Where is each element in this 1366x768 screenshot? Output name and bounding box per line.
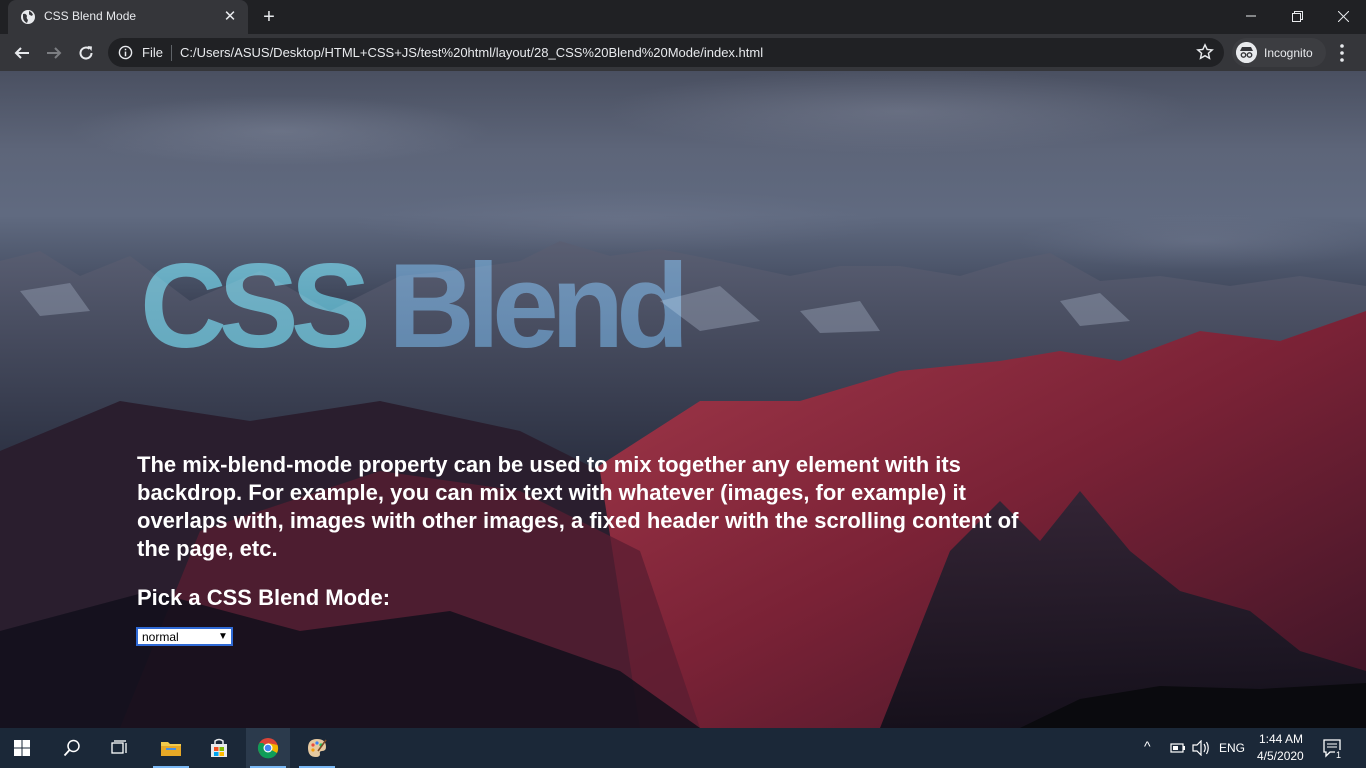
- hero-title: CSS Blend: [140, 246, 689, 366]
- browser-toolbar: File C:/Users/ASUS/Desktop/HTML+CSS+JS/t…: [0, 34, 1366, 71]
- back-button[interactable]: [8, 39, 36, 67]
- volume-icon[interactable]: [1192, 740, 1210, 756]
- scheme-label: File: [142, 45, 163, 60]
- globe-icon: [21, 10, 35, 24]
- tab-css-blend-mode[interactable]: CSS Blend Mode ✕: [8, 0, 248, 34]
- omnibox-divider: [171, 45, 172, 61]
- notification-count-badge: 1: [1335, 750, 1343, 760]
- pick-blend-mode-heading: Pick a CSS Blend Mode:: [137, 585, 391, 610]
- tab-title: CSS Blend Mode: [44, 9, 137, 23]
- reload-icon: [79, 46, 93, 60]
- windows-start-icon: [14, 740, 30, 756]
- task-view-button[interactable]: [98, 728, 142, 768]
- new-tab-button[interactable]: +: [256, 5, 282, 29]
- tab-close-icon[interactable]: ✕: [220, 7, 240, 27]
- minimize-icon: [1246, 15, 1256, 17]
- blend-mode-select[interactable]: normal ▼: [136, 627, 233, 646]
- hero-word-css: CSS: [140, 239, 371, 373]
- url-text[interactable]: C:/Users/ASUS/Desktop/HTML+CSS+JS/test%2…: [180, 45, 763, 60]
- arrow-left-icon: [14, 47, 29, 59]
- arrow-right-icon: [47, 47, 62, 59]
- task-view-icon: [111, 740, 127, 754]
- incognito-icon: [1236, 42, 1257, 63]
- forward-button[interactable]: [40, 39, 68, 67]
- address-bar[interactable]: File C:/Users/ASUS/Desktop/HTML+CSS+JS/t…: [108, 38, 1224, 67]
- blend-mode-select-value: normal: [142, 630, 179, 644]
- minimize-button[interactable]: [1228, 0, 1274, 32]
- file-explorer-button[interactable]: [149, 728, 193, 768]
- incognito-label: Incognito: [1264, 46, 1313, 60]
- folder-icon: [161, 742, 181, 756]
- dropdown-arrow-icon: ▼: [218, 631, 228, 642]
- tab-strip: CSS Blend Mode ✕ +: [0, 0, 1366, 34]
- page-viewport: CSS Blend The mix-blend-mode property ca…: [0, 71, 1366, 728]
- close-icon: [1337, 10, 1349, 22]
- close-window-button[interactable]: [1320, 0, 1366, 32]
- chrome-button[interactable]: [246, 728, 290, 768]
- clock-date[interactable]: 4/5/2020: [1257, 749, 1304, 763]
- restore-icon: [1291, 10, 1303, 22]
- chevron-up-icon[interactable]: ^: [1144, 738, 1151, 754]
- search-button[interactable]: [50, 728, 94, 768]
- clock-time[interactable]: 1:44 AM: [1259, 732, 1303, 746]
- description-text: The mix-blend-mode property can be used …: [137, 452, 1019, 561]
- store-icon: [211, 738, 227, 757]
- paint-button[interactable]: [295, 728, 339, 768]
- start-button[interactable]: [0, 728, 44, 768]
- hero-word-blend: Blend: [388, 239, 689, 373]
- battery-icon[interactable]: [1168, 741, 1186, 755]
- reload-button[interactable]: [72, 39, 100, 67]
- search-icon: [63, 739, 80, 757]
- windows-taskbar: ^ ENG 1:44 AM 4/5/2020 1: [0, 728, 1366, 768]
- language-indicator[interactable]: ENG: [1219, 741, 1245, 755]
- more-menu-icon[interactable]: [1334, 41, 1350, 65]
- incognito-profile-button[interactable]: Incognito: [1232, 38, 1326, 67]
- chrome-icon: [257, 738, 279, 759]
- store-button[interactable]: [197, 728, 241, 768]
- restore-button[interactable]: [1274, 0, 1320, 32]
- star-icon[interactable]: [1196, 43, 1214, 61]
- info-icon[interactable]: [118, 45, 133, 60]
- paint-palette-icon: [308, 739, 327, 757]
